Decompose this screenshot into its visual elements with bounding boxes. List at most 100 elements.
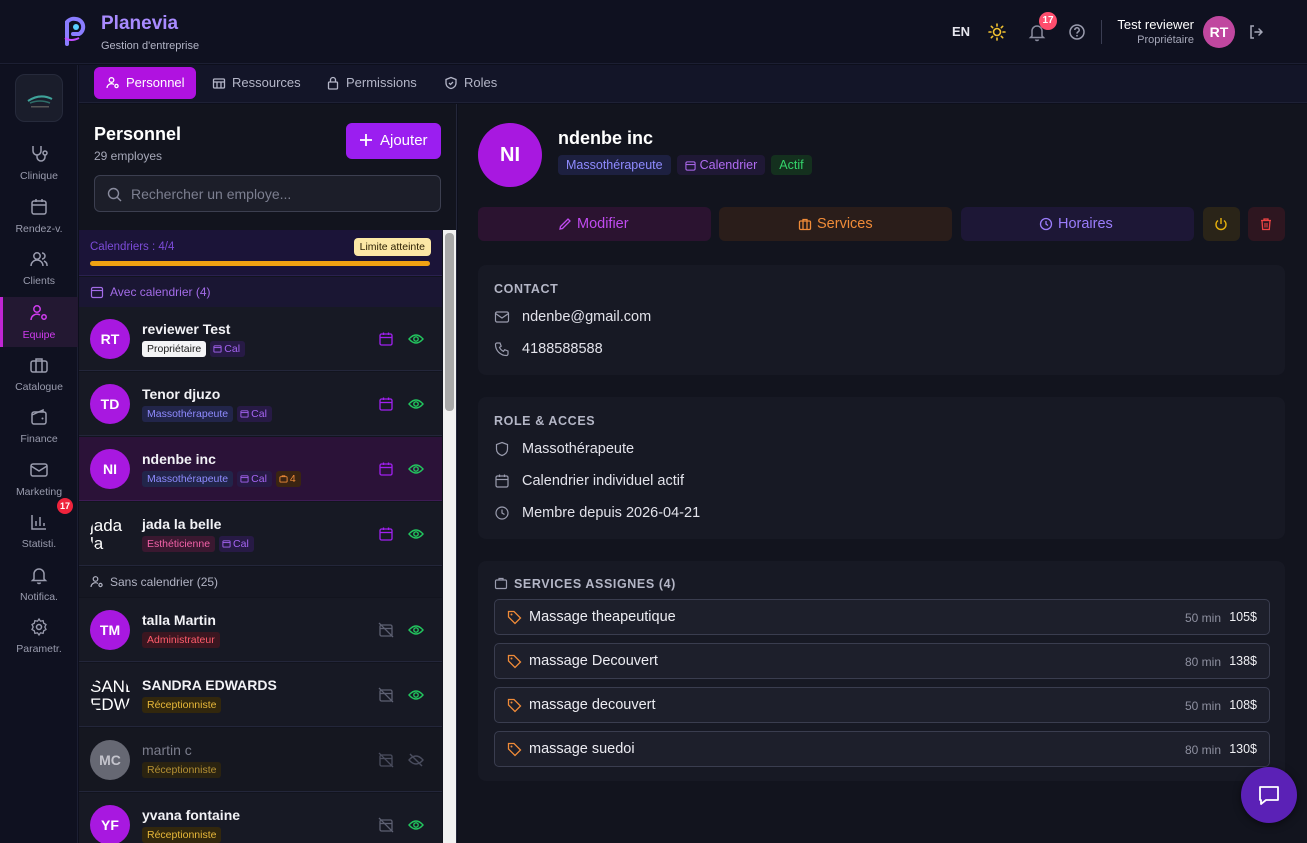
nav-label: Clinique [20, 170, 58, 182]
employee-name: jada la belle [142, 516, 222, 532]
tab-personnel[interactable]: Personnel [94, 67, 196, 99]
plus-icon [359, 133, 373, 147]
list-item-inactive[interactable]: MC martin c Réceptionniste [79, 728, 442, 792]
calendar-off-icon[interactable] [378, 817, 394, 833]
list-item-selected[interactable]: NI ndenbe inc Massothérapeute Cal 4 [79, 437, 442, 501]
services-button[interactable]: Services [719, 207, 952, 241]
building-icon [212, 76, 226, 90]
role-badge: Réceptionniste [142, 697, 222, 713]
calendar-icon[interactable] [378, 396, 394, 412]
nav-label: Parametr. [16, 643, 62, 655]
edit-button[interactable]: Modifier [478, 207, 711, 241]
nav-item-parametres[interactable]: Parametr. [0, 611, 78, 661]
wallet-icon [29, 407, 49, 427]
list-scrollbar[interactable] [443, 230, 456, 843]
services-card: SERVICES ASSIGNES (4) Massage theapeutiq… [478, 561, 1285, 781]
nav-label: Marketing [15, 486, 63, 498]
service-row[interactable]: massage Decouvert 80 min 138$ [494, 643, 1270, 679]
hours-button[interactable]: Horaires [961, 207, 1194, 241]
service-row[interactable]: massage suedoi 80 min 130$ [494, 731, 1270, 767]
avatar-image: SANDRA EDWARDS [90, 677, 130, 714]
calendar-icon [213, 345, 222, 353]
add-employee-button[interactable]: Ajouter [346, 123, 441, 159]
eye-icon[interactable] [408, 396, 424, 412]
search-icon [107, 187, 122, 202]
employee-list[interactable]: Calendriers : 4/4 Limite atteinte Avec c… [79, 230, 443, 843]
service-row[interactable]: Massage theapeutique 50 min 105$ [494, 599, 1270, 635]
role-value: Massothérapeute [522, 441, 635, 457]
service-row[interactable]: massage decouvert 50 min 108$ [494, 687, 1270, 723]
calendar-off-icon[interactable] [378, 622, 394, 638]
tab-roles[interactable]: Roles [432, 67, 512, 99]
search-box [94, 175, 441, 212]
nav-item-marketing[interactable]: Marketing [0, 454, 78, 504]
tag-icon [507, 654, 522, 669]
eye-icon[interactable] [408, 622, 424, 638]
calendar-icon [685, 161, 696, 171]
eye-off-icon[interactable] [408, 752, 424, 768]
eye-icon[interactable] [408, 331, 424, 347]
role-heading: ROLE & ACCES [494, 414, 596, 428]
list-item[interactable]: TD Tenor djuzo Massothérapeute Cal [79, 372, 442, 436]
eye-icon[interactable] [408, 461, 424, 477]
user-avatar[interactable]: RT [1203, 16, 1235, 48]
tab-permissions[interactable]: Permissions [314, 67, 426, 99]
logout-icon[interactable] [1247, 22, 1267, 42]
nav-item-finance[interactable]: Finance [0, 401, 78, 451]
calendar-off-icon[interactable] [378, 687, 394, 703]
list-item[interactable]: TM talla Martin Administrateur [79, 598, 442, 662]
nav-item-notifications[interactable]: Notifica. [0, 559, 78, 609]
role-badge: Propriétaire [142, 341, 207, 357]
email-value[interactable]: ndenbe@gmail.com [522, 309, 651, 325]
service-name: Massage theapeutique [529, 609, 676, 625]
service-price: 105$ [1229, 610, 1257, 624]
deactivate-button[interactable] [1203, 207, 1240, 241]
eye-icon[interactable] [408, 817, 424, 833]
role-badge: Esthéticienne [142, 536, 216, 552]
language-toggle[interactable]: EN [952, 24, 970, 39]
search-input[interactable] [131, 176, 431, 211]
eye-icon[interactable] [408, 526, 424, 542]
nav-item-clinique[interactable]: Clinique [0, 138, 78, 188]
limit-reached-badge: Limite atteinte [353, 238, 431, 256]
calendar-icon[interactable] [378, 331, 394, 347]
status-badge: Actif [771, 155, 812, 175]
tab-label: Roles [464, 75, 498, 90]
list-item[interactable]: RT reviewer Test Propriétaire Cal [79, 307, 442, 371]
nav-item-clients[interactable]: Clients [0, 243, 78, 293]
calendar-icon[interactable] [378, 526, 394, 542]
tab-label: Ressources [232, 75, 301, 90]
planevia-logo-icon[interactable] [62, 16, 88, 46]
nav-label: Clients [22, 275, 56, 287]
service-duration: 50 min [1184, 611, 1221, 625]
tab-ressources[interactable]: Ressources [200, 67, 306, 99]
nav-item-equipe[interactable]: Equipe [0, 297, 78, 347]
eye-icon[interactable] [408, 687, 424, 703]
chat-button[interactable] [1241, 767, 1297, 823]
nav-item-catalogue[interactable]: Catalogue [0, 349, 78, 399]
sun-icon[interactable] [987, 22, 1007, 42]
section-with-calendar: Avec calendrier (4) [79, 277, 442, 307]
phone-icon [494, 341, 510, 357]
pencil-icon [558, 217, 572, 231]
power-icon [1214, 217, 1228, 231]
gear-icon [29, 617, 49, 637]
list-item[interactable]: SANDRA EDWARDS SANDRA EDWARDS Réceptionn… [79, 663, 442, 727]
organization-logo[interactable] [15, 74, 63, 122]
calendar-off-icon[interactable] [378, 752, 394, 768]
delete-button[interactable] [1248, 207, 1285, 241]
calendar-icon [29, 197, 49, 217]
tag-icon [507, 698, 522, 713]
edit-label: Modifier [577, 216, 629, 232]
nav-item-rendez-vous[interactable]: Rendez-v. [0, 191, 78, 241]
divider [1101, 20, 1102, 44]
calendar-icon[interactable] [378, 461, 394, 477]
add-button-label: Ajouter [380, 132, 428, 149]
list-item[interactable]: jada la belle jada la belle Esthéticienn… [79, 502, 442, 566]
help-icon[interactable] [1067, 22, 1087, 42]
list-item[interactable]: YF yvana fontaine Réceptionniste [79, 793, 442, 843]
phone-value[interactable]: 4188588588 [522, 341, 603, 357]
bell-icon [29, 565, 49, 585]
scrollbar-thumb[interactable] [445, 233, 454, 411]
users-icon [29, 249, 49, 269]
